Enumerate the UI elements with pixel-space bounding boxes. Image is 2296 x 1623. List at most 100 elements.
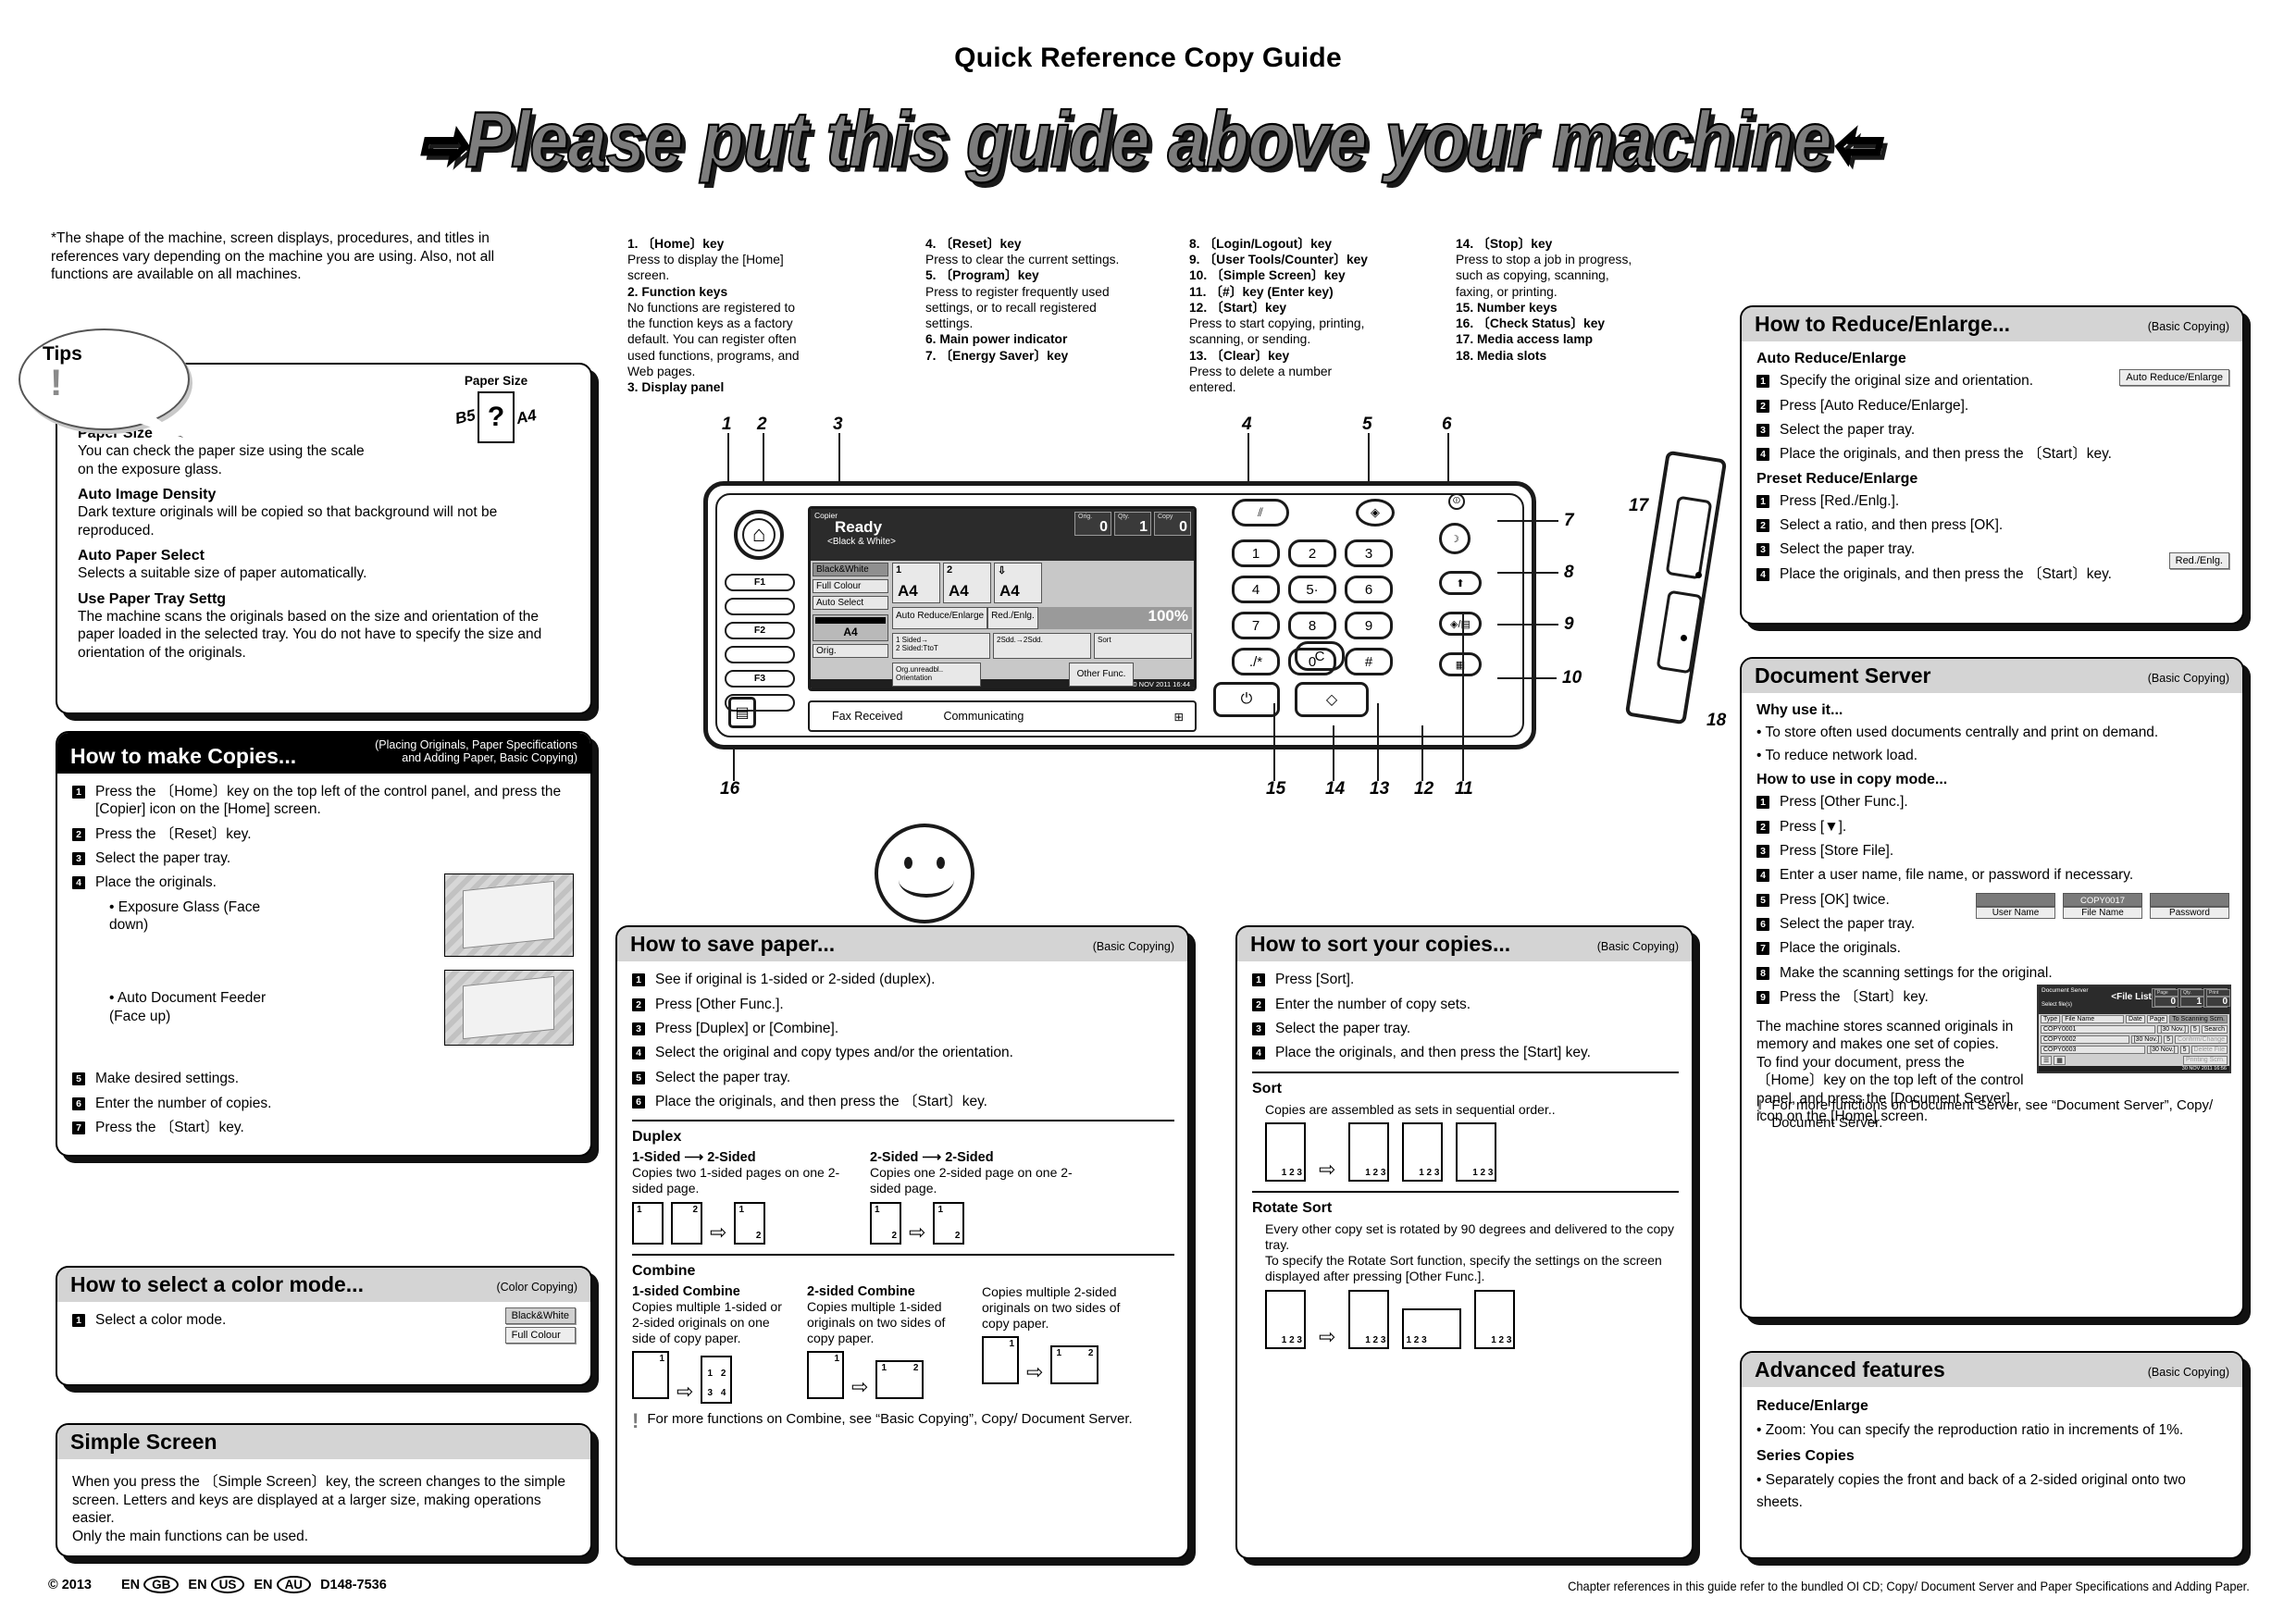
to-scanning-screen-button[interactable]: To Scanning Scrn. [2169, 1014, 2228, 1023]
auto-reduce-enlarge-button[interactable]: Auto Reduce/Enlarge [2119, 369, 2229, 387]
sheet-stack: 1 [632, 1351, 669, 1404]
table-row[interactable]: COPY0003 [30 Nov.] 5 Delete File [2039, 1045, 2229, 1055]
step-number: 1 [72, 1314, 85, 1328]
clear-key[interactable]: C [1295, 641, 1345, 671]
legend-key: 〔Check Status〕key [1477, 316, 1606, 331]
tips-item-body: You can check the paper size using the s… [78, 443, 365, 477]
simple-screen-key[interactable]: ▦ [1439, 652, 1482, 676]
number-key-4[interactable]: 4 [1232, 576, 1280, 603]
program-icon: ◈ [1371, 505, 1380, 519]
function-key-blank-1[interactable] [725, 598, 795, 615]
step-text: Select the paper tray. [1275, 1020, 1411, 1036]
callout-11: 11 [1455, 779, 1473, 799]
number-key-1[interactable]: 1 [1232, 539, 1280, 567]
arrow-right-icon: ⇨ [676, 1380, 694, 1404]
table-row[interactable]: COPY0002 [30 Nov.] 5 Confirm/Change [2039, 1035, 2229, 1045]
red-enlg-button[interactable]: Red./Enlg. [2168, 552, 2229, 570]
login-logout-key[interactable]: ⬆ [1439, 571, 1482, 595]
legend-number: 6. [925, 332, 937, 347]
step-number: 3 [1756, 543, 1769, 557]
step-text: Select the original and copy types and/o… [655, 1045, 1013, 1061]
region-tag: US [210, 1576, 245, 1593]
media-slots-illustration [1624, 450, 1731, 731]
lcd-reduce-enlarge-row: Auto Reduce/Enlarge Red./Enlg. 100% [892, 607, 1192, 629]
callout-17: 17 [1629, 496, 1649, 515]
grid-view-icon[interactable]: ▦ [2054, 1055, 2066, 1065]
lcd-orientation-button[interactable]: Org.unreadbl.. Orientation [892, 663, 981, 687]
list-view-icon[interactable]: ☰ [2041, 1055, 2053, 1065]
program-key[interactable]: ◈ [1356, 499, 1395, 527]
fax-received-label: Fax Received [832, 710, 903, 723]
lcd-other-row: Org.unreadbl.. Orientation Other Func. [892, 663, 1192, 687]
delete-file-button[interactable]: Delete File [2191, 1045, 2228, 1054]
document-server-mini-screen[interactable]: Document Server <File List> Select file(… [2037, 984, 2231, 1073]
mini-screen-header-row: Type File Name Date Page To Scanning Scr… [2039, 1014, 2229, 1024]
start-key[interactable]: ◇ [1295, 682, 1369, 717]
lcd-auto-reduce-enlarge-button[interactable]: Auto Reduce/Enlarge [892, 607, 988, 629]
step-row: 6 Place the originals, and then press the… [632, 1093, 1174, 1110]
sort-copies-panel: How to sort your copies... (Basic Copyin… [1235, 925, 1694, 1559]
number-key-7[interactable]: 7 [1232, 612, 1280, 639]
lcd-other-func-button[interactable]: Other Func. [1069, 663, 1134, 687]
mini-screen-counters: Page 0 Qty. 1 Print 0 [2152, 987, 2230, 1008]
function-key-f2[interactable]: F2 [725, 622, 795, 639]
lcd-paper-tray-2[interactable]: 2 A4 [943, 563, 991, 603]
key-legend-column-1: 1. 〔Home〕key Press to display the [Home]… [627, 236, 813, 395]
sheet-combined: 1 2 [1050, 1345, 1099, 1385]
legend-key: 〔Energy Saver〕key [939, 348, 1069, 363]
lcd-sort-button[interactable]: Sort [1094, 633, 1192, 659]
confirm-change-button[interactable]: Confirm/Change [2175, 1035, 2228, 1044]
lcd-auto-select-button[interactable]: Auto Select [813, 596, 888, 610]
step-row: 3 Select the paper tray. [72, 849, 577, 867]
step-number: 3 [1756, 423, 1769, 437]
number-key-6[interactable]: 6 [1345, 576, 1393, 603]
user-name-field[interactable]: User Name [1976, 893, 2055, 920]
printing-screen-button[interactable]: Printing Scrn. [2182, 1055, 2228, 1065]
number-key-2[interactable]: 2 [1288, 539, 1336, 567]
lcd-paper-tray-1[interactable]: 1 A4 [892, 563, 940, 603]
user-tools-counter-key[interactable]: ◈/▤ [1439, 612, 1482, 636]
number-key-3[interactable]: 3 [1345, 539, 1393, 567]
password-field[interactable]: Password [2150, 893, 2229, 920]
home-key[interactable]: ⌂ [734, 510, 784, 560]
lcd-bypass-tray[interactable]: ⇩ A4 [994, 563, 1042, 603]
lcd-tray-indicator[interactable]: A4 [813, 614, 888, 641]
table-row[interactable]: COPY0001 [30 Nov.] 5 Search [2039, 1024, 2229, 1035]
step-row: 3 Press [Store File]. [1756, 842, 2229, 860]
lcd-black-white-button[interactable]: Black&White [813, 563, 888, 576]
lcd-duplex-button[interactable]: 1 Sided→ 2 Sided:TtoT [892, 633, 990, 659]
number-key-dot-star[interactable]: ./* [1232, 648, 1280, 675]
function-key-f3[interactable]: F3 [725, 670, 795, 688]
display-panel[interactable]: Copier Ready <Black & White> Orig. 0 Qty… [808, 506, 1197, 691]
stop-key[interactable]: ⏻ [1213, 682, 1280, 717]
lcd-orig-button[interactable]: Orig. [813, 644, 888, 658]
search-button[interactable]: Search [2201, 1024, 2228, 1034]
step-row: 1 Press [Other Func.]. [1756, 793, 2229, 811]
number-key-9[interactable]: 9 [1345, 612, 1393, 639]
step-text: Press [▼]. [1780, 818, 1847, 835]
step-number: 4 [1756, 567, 1769, 581]
step-row: 3 Press [Duplex] or [Combine]. [632, 1020, 1174, 1037]
reset-key[interactable]: ⫽ [1232, 499, 1289, 527]
number-key-5[interactable]: 5· [1288, 576, 1336, 603]
black-white-button[interactable]: Black&White [504, 1307, 576, 1325]
full-colour-button[interactable]: Full Colour [504, 1327, 576, 1344]
energy-saver-key[interactable]: ☽ [1439, 523, 1471, 554]
function-key-blank-2[interactable] [725, 646, 795, 663]
file-name-field[interactable]: COPY0017 File Name [2063, 893, 2142, 920]
function-key-f1[interactable]: F1 [725, 574, 795, 591]
enter-hash-key[interactable]: # [1345, 648, 1393, 675]
control-panel-illustration: 1 2 3 4 5 6 ⌂ F1 F2 F3 ▤ Copier Ready <B… [703, 415, 1728, 814]
step-text: Press [Other Func.]. [655, 996, 784, 1012]
lcd-combine-button[interactable]: 2Sdd.→2Sdd. [993, 633, 1091, 659]
why-item: • To reduce network load. [1756, 747, 1918, 763]
check-status-key[interactable]: ▤ [728, 697, 756, 728]
callout-line [1333, 725, 1334, 781]
lcd-full-colour-button[interactable]: Full Colour [813, 579, 888, 593]
sheet-label: 1 [875, 1204, 880, 1215]
step-number: 2 [632, 997, 645, 1011]
why-use-title: Why use it... [1756, 702, 1843, 719]
sheet: 12 [933, 1201, 965, 1245]
number-key-8[interactable]: 8 [1288, 612, 1336, 639]
lcd-red-enlg-button[interactable]: Red./Enlg. [987, 607, 1038, 629]
